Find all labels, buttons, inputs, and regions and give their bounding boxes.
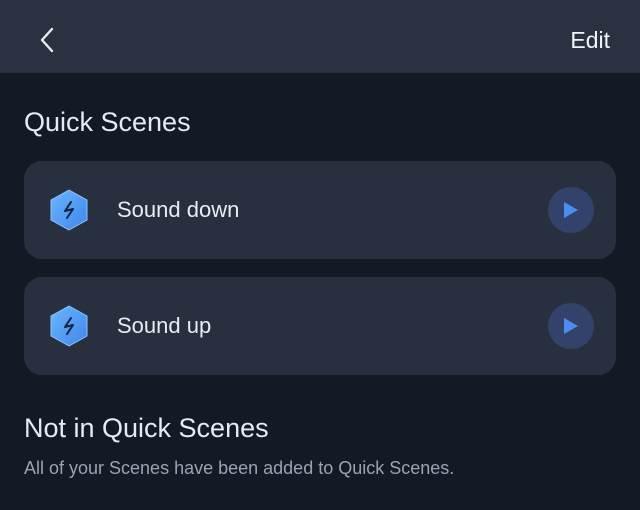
lightning-hexagon-icon	[50, 189, 88, 231]
empty-state-message: All of your Scenes have been added to Qu…	[24, 458, 455, 478]
lightning-hexagon-icon	[50, 305, 88, 347]
back-button[interactable]	[32, 24, 62, 56]
play-button[interactable]	[548, 187, 594, 233]
not-in-quick-scenes-heading: Not in Quick Scenes	[24, 413, 269, 443]
top-bar: Edit	[0, 0, 640, 73]
scene-card-sound-down[interactable]: Sound down	[24, 161, 616, 259]
edit-button[interactable]: Edit	[570, 26, 610, 54]
scene-label: Sound down	[117, 197, 240, 222]
play-icon	[564, 202, 578, 218]
scene-card-sound-up[interactable]: Sound up	[24, 277, 616, 375]
play-button[interactable]	[548, 303, 594, 349]
quick-scenes-heading: Quick Scenes	[24, 107, 191, 137]
chevron-left-icon	[40, 27, 54, 53]
scene-label: Sound up	[117, 313, 212, 338]
play-icon	[564, 318, 578, 334]
